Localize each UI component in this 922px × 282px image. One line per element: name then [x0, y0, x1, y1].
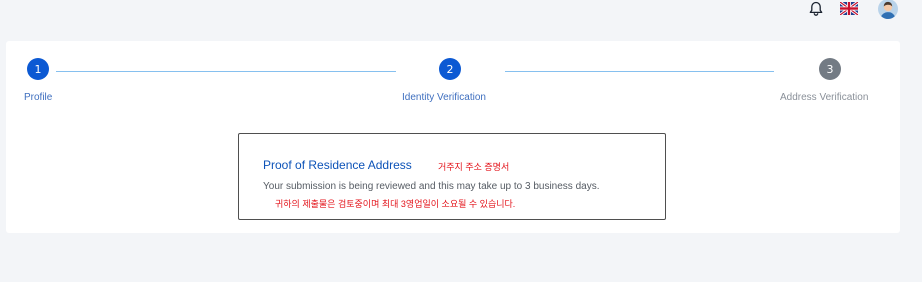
notice-title-korean: 거주지 주소 증명서 [438, 162, 510, 172]
step-2-indicator[interactable]: 2 [439, 58, 461, 80]
step-3-label: Address Verification [780, 92, 869, 103]
notice-message: Your submission is being reviewed and th… [263, 181, 600, 192]
bell-icon[interactable] [807, 0, 825, 18]
step-1-label: Profile [24, 92, 53, 103]
step-connector-1-2 [56, 71, 396, 72]
notice-title: Proof of Residence Address [263, 158, 412, 172]
step-connector-2-3 [505, 71, 774, 72]
submission-status-notice: Proof of Residence Address 거주지 주소 증명서 Yo… [238, 133, 666, 220]
uk-flag-icon[interactable] [840, 2, 858, 15]
verification-card: 1 2 3 Profile Identity Verification Addr… [6, 41, 900, 233]
top-bar [0, 0, 922, 40]
step-2-label: Identity Verification [402, 92, 486, 103]
notice-message-korean: 귀하의 제출물은 검토중이며 최대 3영업일이 소요될 수 있습니다. [275, 199, 516, 209]
step-1-indicator[interactable]: 1 [27, 58, 49, 80]
user-avatar-icon[interactable] [878, 0, 898, 19]
step-3-indicator[interactable]: 3 [819, 58, 841, 80]
